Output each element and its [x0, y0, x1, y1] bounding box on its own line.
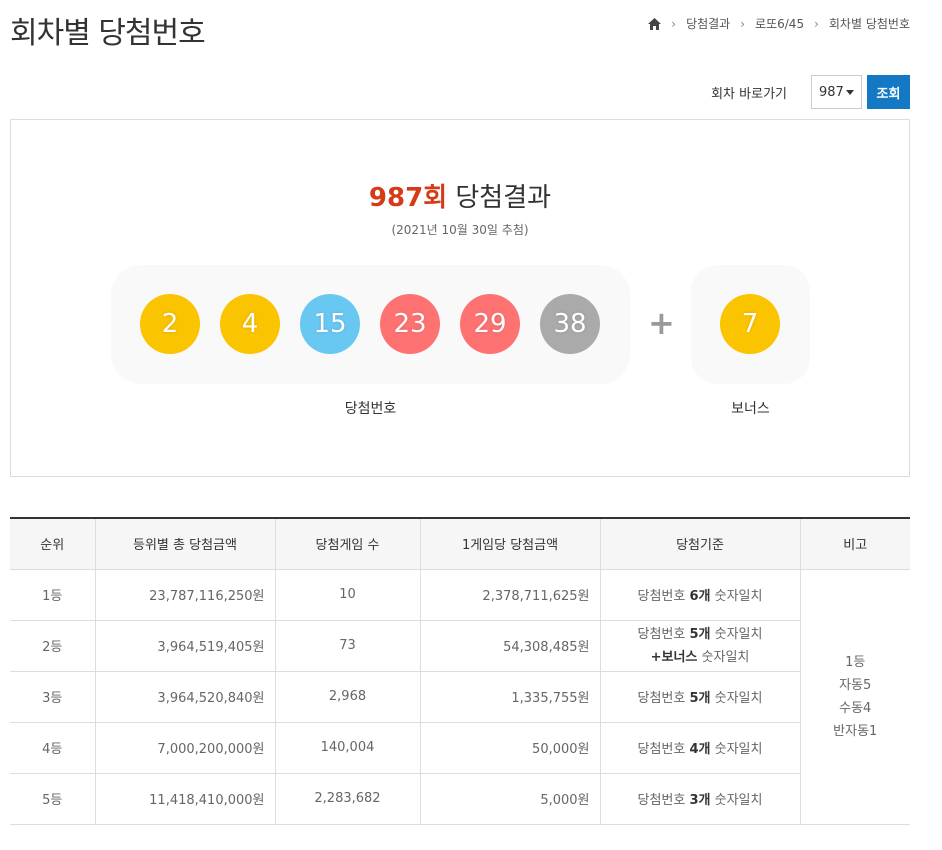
round-navigation: 회차 바로가기 987 조회	[711, 75, 910, 109]
criteria-cell: 당첨번호 6개 숫자일치	[599, 568, 801, 621]
breadcrumb-item-results[interactable]: 당첨결과	[686, 15, 730, 32]
rank-cell: 1등	[10, 568, 96, 621]
criteria-cell: 당첨번호 4개 숫자일치	[599, 721, 800, 774]
winners-cell: 2,968	[274, 670, 421, 723]
result-title-suffix: 당첨결과	[455, 183, 552, 213]
criteria-cell: 당첨번호 3개 숫자일치	[599, 772, 800, 825]
winning-numbers-label: 당첨번호	[344, 401, 397, 417]
caret-down-icon	[846, 89, 854, 95]
number-ball: 4	[220, 294, 280, 354]
bonus-number-panel: 7	[691, 265, 810, 384]
search-button[interactable]: 조회	[867, 75, 910, 109]
bonus-ball: 7	[720, 294, 780, 354]
total-prize-cell: 11,418,410,000원	[94, 772, 276, 825]
winners-cell: 10	[274, 568, 421, 621]
criteria-cell: 당첨번호 5개 숫자일치	[599, 670, 800, 723]
winners-cell: 2,283,682	[274, 772, 421, 825]
number-ball: 15	[300, 294, 360, 354]
prize-per-game-cell: 1,335,755원	[419, 670, 601, 723]
number-ball: 2	[140, 294, 200, 354]
draw-date: (2021년 10월 30일 추첨)	[391, 223, 529, 237]
rank-cell: 4등	[10, 721, 96, 774]
rank-cell: 3등	[10, 670, 96, 723]
winners-cell: 73	[274, 619, 421, 672]
round-select[interactable]: 987	[811, 75, 862, 109]
col-header-rank: 순위	[10, 518, 96, 570]
page-title: 회차별 당첨번호	[10, 16, 206, 51]
round-nav-label: 회차 바로가기	[711, 86, 787, 102]
total-prize-cell: 7,000,200,000원	[94, 721, 276, 774]
table-header-row: 순위 등위별 총 당첨금액 당첨게임 수 1게임당 당첨금액 당첨기준 비고	[10, 518, 910, 570]
table-row: 5등 11,418,410,000원 2,283,682 5,000원 당첨번호…	[10, 772, 910, 825]
criteria-cell: 당첨번호 5개 숫자일치 +보너스 숫자일치	[599, 619, 800, 672]
total-prize-cell: 3,964,520,840원	[94, 670, 276, 723]
total-prize-cell: 3,964,519,405원	[94, 619, 276, 672]
number-ball: 29	[460, 294, 520, 354]
bonus-label: 보너스	[731, 401, 770, 417]
table-row: 1등 23,787,116,250원 10 2,378,711,625원 당첨번…	[10, 568, 910, 825]
col-header-criteria: 당첨기준	[599, 518, 801, 570]
winning-numbers-panel: 2 4 15 23 29 38	[111, 265, 630, 384]
rank-cell: 5등	[10, 772, 96, 825]
rank-cell: 2등	[10, 619, 96, 672]
chevron-right-icon: ›	[740, 16, 746, 31]
total-prize-cell: 23,787,116,250원	[94, 568, 276, 621]
col-header-winners: 당첨게임 수	[274, 518, 421, 570]
result-title: 987회 당첨결과	[11, 177, 909, 214]
result-panel: 987회 당첨결과 (2021년 10월 30일 추첨) 2 4 15 23 2…	[10, 119, 910, 477]
note-cell: 1등 자동5 수동4 반자동1	[799, 568, 910, 825]
plus-icon: +	[648, 304, 675, 342]
number-ball: 23	[380, 294, 440, 354]
prize-table: 순위 등위별 총 당첨금액 당첨게임 수 1게임당 당첨금액 당첨기준 비고 1…	[10, 517, 910, 825]
breadcrumb-item-lotto[interactable]: 로또6/45	[755, 15, 804, 32]
prize-per-game-cell: 50,000원	[419, 721, 601, 774]
table-row: 2등 3,964,519,405원 73 54,308,485원 당첨번호 5개…	[10, 619, 910, 672]
table-row: 3등 3,964,520,840원 2,968 1,335,755원 당첨번호 …	[10, 670, 910, 723]
breadcrumb-item-current: 회차별 당첨번호	[828, 17, 910, 31]
winners-cell: 140,004	[274, 721, 421, 774]
round-number: 987회	[368, 183, 448, 213]
table-row: 4등 7,000,200,000원 140,004 50,000원 당첨번호 4…	[10, 721, 910, 774]
prize-per-game-cell: 54,308,485원	[419, 619, 601, 672]
round-select-value: 987	[819, 84, 844, 100]
breadcrumb: › 당첨결과 › 로또6/45 › 회차별 당첨번호	[647, 15, 910, 32]
prize-per-game-cell: 2,378,711,625원	[419, 568, 601, 621]
col-header-prize-per-game: 1게임당 당첨금액	[419, 518, 601, 570]
chevron-right-icon: ›	[814, 16, 819, 31]
home-icon[interactable]	[647, 17, 661, 31]
chevron-right-icon: ›	[671, 16, 677, 31]
col-header-total-prize: 등위별 총 당첨금액	[94, 518, 276, 570]
number-ball: 38	[540, 294, 600, 354]
col-header-note: 비고	[799, 518, 910, 570]
prize-per-game-cell: 5,000원	[419, 772, 601, 825]
